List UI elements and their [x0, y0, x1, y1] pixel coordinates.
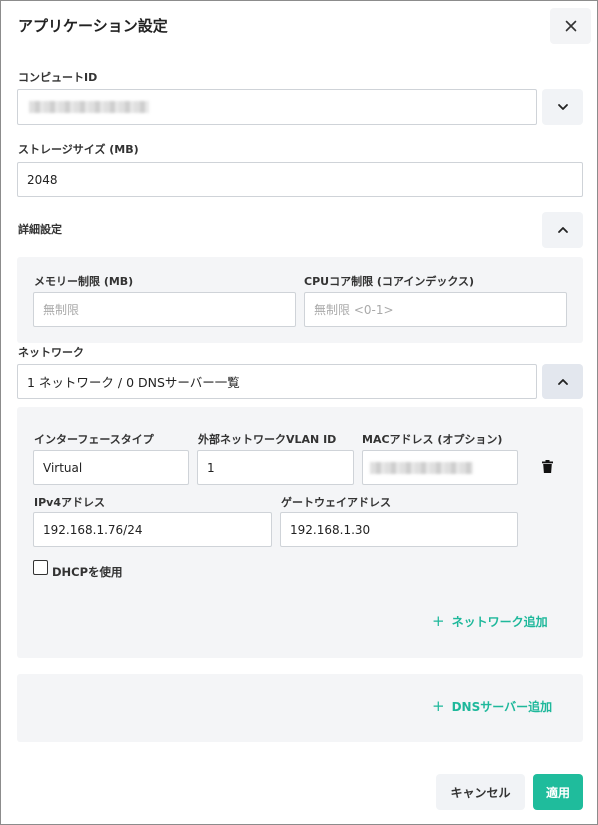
ipv4-address-label: IPv4アドレス	[34, 496, 105, 509]
add-dns-server-label: DNSサーバー追加	[451, 699, 553, 714]
add-network-button[interactable]: + ネットワーク追加	[432, 612, 548, 630]
advanced-settings-label: 詳細設定	[18, 223, 62, 236]
plus-icon: +	[432, 612, 445, 630]
trash-icon	[541, 459, 553, 473]
mac-address-label: MACアドレス (オプション)	[362, 433, 503, 446]
chevron-up-icon	[557, 378, 569, 386]
network-toggle-button[interactable]	[542, 364, 583, 399]
compute-id-label: コンピュートID	[18, 71, 98, 84]
add-network-label: ネットワーク追加	[451, 614, 548, 629]
cpu-limit-input[interactable]: 無制限 <0-1>	[304, 292, 567, 327]
apply-button[interactable]: 適用	[533, 774, 583, 810]
close-icon	[565, 20, 577, 32]
chevron-down-icon	[557, 103, 569, 111]
plus-icon: +	[432, 697, 445, 715]
dhcp-checkbox[interactable]	[33, 560, 48, 575]
mac-address-redacted	[370, 461, 473, 474]
gateway-address-label: ゲートウェイアドレス	[281, 496, 391, 509]
network-label: ネットワーク	[18, 346, 84, 359]
dhcp-label: DHCPを使用	[52, 565, 123, 579]
add-dns-server-button[interactable]: + DNSサーバー追加	[432, 697, 552, 715]
close-button[interactable]	[550, 8, 591, 44]
compute-id-select[interactable]	[17, 89, 537, 125]
delete-interface-button[interactable]	[540, 458, 554, 474]
dialog-title: アプリケーション設定	[18, 17, 168, 35]
cancel-button[interactable]: キャンセル	[436, 774, 525, 810]
gateway-address-input[interactable]: 192.168.1.30	[280, 512, 518, 547]
dns-server-panel: + DNSサーバー追加	[17, 674, 583, 742]
advanced-settings-toggle[interactable]	[542, 212, 583, 248]
storage-size-input[interactable]: 2048	[17, 162, 583, 197]
cpu-limit-label: CPUコア制限 (コアインデックス)	[304, 275, 475, 288]
compute-id-dropdown-button[interactable]	[542, 89, 583, 125]
application-settings-dialog: アプリケーション設定 コンピュートID ストレージサイズ (MB) 2048 詳…	[0, 0, 598, 825]
mac-address-input[interactable]	[362, 450, 518, 485]
network-summary-select[interactable]: 1 ネットワーク / 0 DNSサーバー一覧	[17, 364, 537, 399]
memory-limit-input[interactable]: 無制限	[33, 292, 296, 327]
vlan-id-label: 外部ネットワークVLAN ID	[198, 433, 337, 446]
memory-limit-label: メモリー制限 (MB)	[34, 275, 134, 288]
compute-id-redacted	[29, 101, 149, 113]
chevron-up-icon	[557, 226, 569, 234]
interface-type-label: インターフェースタイプ	[34, 433, 154, 446]
vlan-id-input[interactable]: 1	[197, 450, 354, 485]
storage-size-label: ストレージサイズ (MB)	[18, 143, 139, 156]
ipv4-address-input[interactable]: 192.168.1.76/24	[33, 512, 272, 547]
network-interface-panel: インターフェースタイプ Virtual 外部ネットワークVLAN ID 1 MA…	[17, 407, 583, 658]
interface-type-select[interactable]: Virtual	[33, 450, 189, 485]
advanced-settings-panel: メモリー制限 (MB) 無制限 CPUコア制限 (コアインデックス) 無制限 <…	[17, 257, 583, 343]
